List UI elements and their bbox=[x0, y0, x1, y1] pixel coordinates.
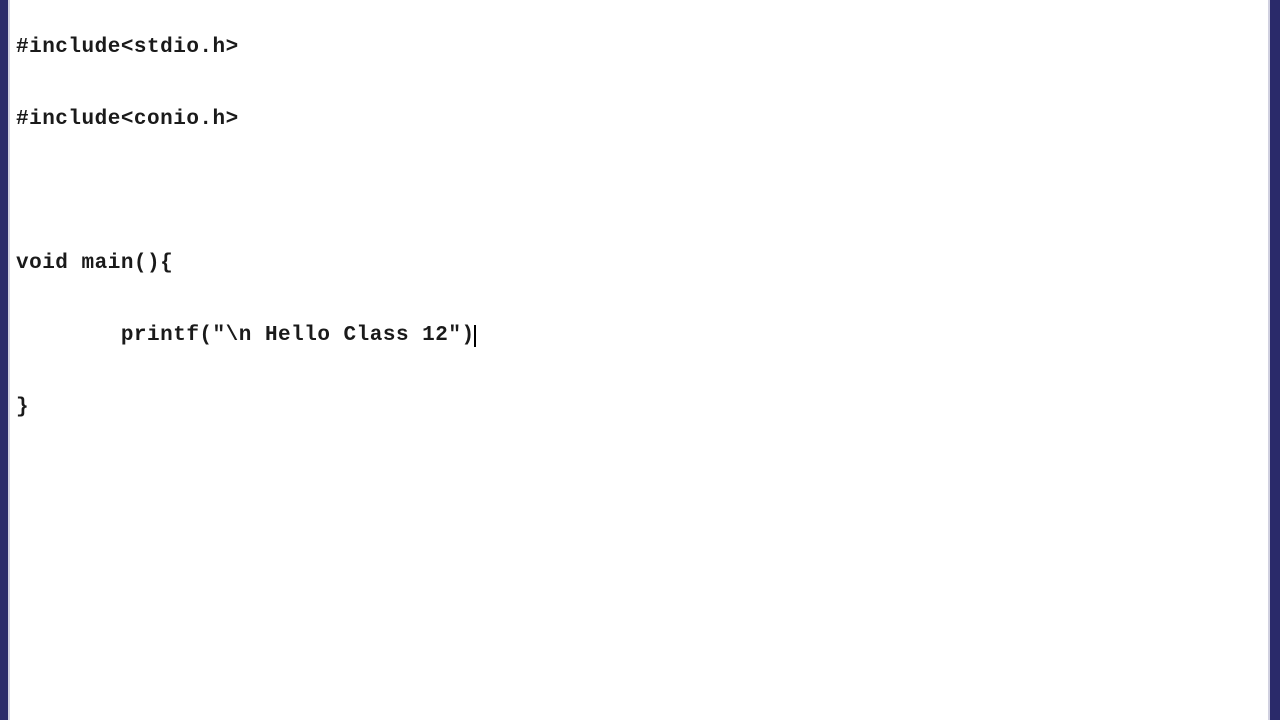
text-cursor bbox=[474, 325, 476, 347]
code-line: void main(){ bbox=[16, 252, 1262, 276]
code-line: #include<conio.h> bbox=[16, 108, 1262, 132]
code-line: } bbox=[16, 396, 1262, 420]
code-line: printf("\n Hello Class 12") bbox=[16, 324, 1262, 348]
editor-window: #include<stdio.h> #include<conio.h> void… bbox=[8, 0, 1270, 720]
code-editor[interactable]: #include<stdio.h> #include<conio.h> void… bbox=[10, 0, 1268, 468]
code-line bbox=[16, 180, 1262, 204]
code-line: #include<stdio.h> bbox=[16, 36, 1262, 60]
